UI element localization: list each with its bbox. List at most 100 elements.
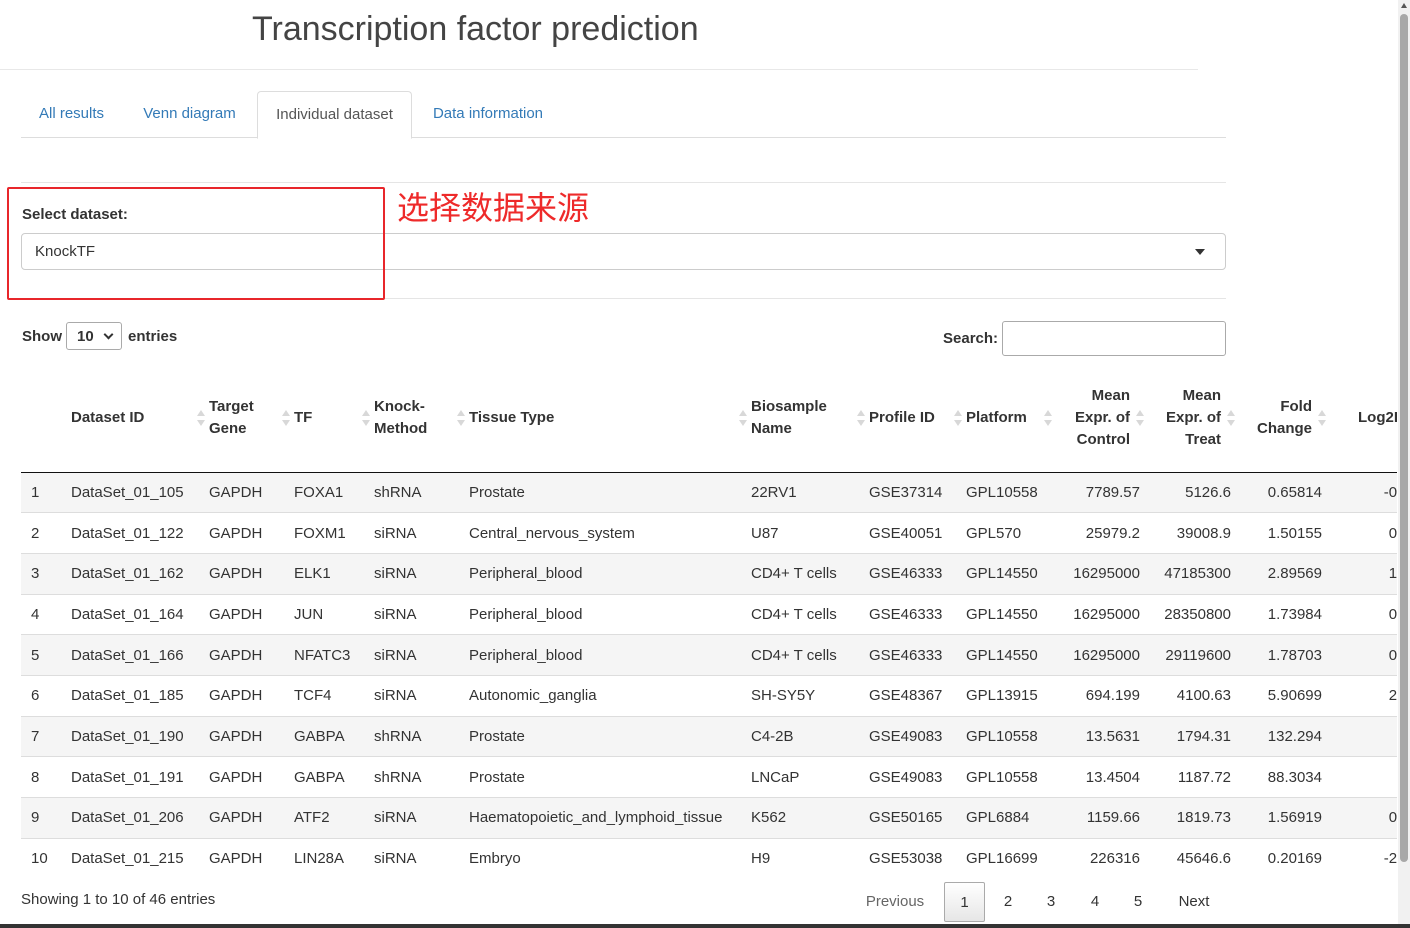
cell-log2fc: 0.79 [1330,593,1397,635]
cell-dataset-id: DataSet_01_206 [71,797,209,839]
column-header-mean-expr-control[interactable]: Mean Expr. of Control [1056,365,1148,473]
cell-knock-method: shRNA [374,472,469,513]
cell-dataset-id: DataSet_01_164 [71,593,209,635]
cell-mean-expr-control: 16295000 [1056,593,1148,635]
cell-tissue-type: Prostate [469,472,751,513]
cell-index: 5 [21,634,71,676]
column-header-log2fc[interactable]: Log2FC [1330,365,1397,473]
cell-fold-change: 5.90699 [1239,674,1330,717]
cell-tissue-type: Peripheral_blood [469,593,751,635]
column-header-profile-id[interactable]: Profile ID [869,365,966,473]
scroll-up-arrow-icon[interactable] [1401,3,1407,8]
column-header-fold-change[interactable]: Fold Change [1239,365,1330,473]
tab-all-results[interactable]: All results [21,91,122,138]
cell-mean-expr-treat: 1187.72 [1148,756,1239,798]
pagination-page-4[interactable]: 4 [1076,882,1114,922]
cell-tf: JUN [294,593,374,635]
table-row[interactable]: 6 DataSet_01_185 GAPDH TCF4 siRNA Autonomic_g… [21,674,1397,717]
cell-tf: LIN28A [294,837,374,879]
cell-biosample-name: CD4+ T cells [751,552,869,595]
table-row[interactable]: 3 DataSet_01_162 GAPDH ELK1 siRNA Peripheral_… [21,552,1397,595]
column-header-biosample-name[interactable]: Biosample Name [751,365,869,473]
pagination-next[interactable]: Next [1162,882,1226,922]
column-header-knock-method[interactable]: Knock-Method [374,365,469,473]
table-row[interactable]: 9 DataSet_01_206 GAPDH ATF2 siRNA Haematopoie… [21,797,1397,839]
annotation-highlight-box [7,187,385,300]
cell-mean-expr-control: 13.4504 [1056,756,1148,798]
cell-index: 1 [21,472,71,513]
cell-mean-expr-treat: 28350800 [1148,593,1239,635]
column-header-tf[interactable]: TF [294,365,374,473]
table-row[interactable]: 5 DataSet_01_166 GAPDH NFATC3 siRNA Periphera… [21,634,1397,676]
cell-index: 2 [21,512,71,554]
cell-platform: GPL6884 [966,797,1056,839]
pagination-previous[interactable]: Previous [850,882,940,922]
entries-length-value: 10 [77,328,94,345]
cell-tf: FOXA1 [294,472,374,513]
column-header-platform[interactable]: Platform [966,365,1056,473]
sort-icon [1136,410,1144,427]
sort-icon [739,410,747,427]
tab-data-information[interactable]: Data information [412,91,564,138]
cell-tf: NFATC3 [294,634,374,676]
cell-log2fc: 0.58 [1330,512,1397,554]
cell-index: 8 [21,756,71,798]
pagination-page-2[interactable]: 2 [989,882,1027,922]
cell-platform: GPL570 [966,512,1056,554]
cell-log2fc: 7.0 [1330,715,1397,757]
table-row[interactable]: 4 DataSet_01_164 GAPDH JUN siRNA Peripheral_b… [21,593,1397,635]
column-header-dataset-id[interactable]: Dataset ID [71,365,209,473]
table-row[interactable]: 10 DataSet_01_215 GAPDH LIN28A siRNA Embryo H9… [21,837,1397,879]
cell-tissue-type: Peripheral_blood [469,634,751,676]
table-row[interactable]: 2 DataSet_01_122 GAPDH FOXM1 siRNA Central_ne… [21,512,1397,554]
cell-log2fc: 2.56 [1330,674,1397,717]
show-label: Show [22,327,62,345]
cell-dataset-id: DataSet_01_185 [71,674,209,717]
sort-icon [457,410,465,427]
tab-individual-dataset[interactable]: Individual dataset [257,91,412,139]
cell-fold-change: 2.89569 [1239,552,1330,595]
pagination-page-1[interactable]: 1 [944,882,985,922]
column-header-mean-expr-treat[interactable]: Mean Expr. of Treat [1148,365,1239,473]
cell-tissue-type: Haematopoietic_and_lymphoid_tissue [469,797,751,839]
cell-biosample-name: CD4+ T cells [751,634,869,676]
cell-tf: ATF2 [294,797,374,839]
cell-tissue-type: Embryo [469,837,751,879]
cell-target-gene: GAPDH [209,552,294,595]
tab-venn-diagram[interactable]: Venn diagram [122,91,257,138]
title-divider [0,69,1198,70]
cell-biosample-name: CD4+ T cells [751,593,869,635]
panel-divider-top [21,182,1226,183]
cell-target-gene: GAPDH [209,472,294,513]
sort-icon [954,410,962,427]
cell-profile-id: GSE37314 [869,472,966,513]
cell-platform: GPL16699 [966,837,1056,879]
cell-knock-method: siRNA [374,634,469,676]
table-row[interactable]: 1 DataSet_01_105 GAPDH FOXA1 shRNA Prostate 22… [21,472,1397,513]
annotation-text: 选择数据来源 [397,189,590,227]
cell-fold-change: 132.294 [1239,715,1330,757]
cell-mean-expr-control: 1159.66 [1056,797,1148,839]
scrollbar-thumb[interactable] [1400,14,1408,862]
cell-profile-id: GSE50165 [869,797,966,839]
cell-tissue-type: Prostate [469,715,751,757]
column-header-target-gene[interactable]: Target Gene [209,365,294,473]
vertical-scrollbar[interactable] [1398,0,1410,924]
entries-length-select[interactable]: 10 [66,322,122,350]
cell-biosample-name: K562 [751,797,869,839]
table-row[interactable]: 7 DataSet_01_190 GAPDH GABPA shRNA Prostate C4… [21,715,1397,757]
column-header-tissue-type[interactable]: Tissue Type [469,365,751,473]
sort-icon [362,410,370,427]
cell-platform: GPL10558 [966,715,1056,757]
cell-fold-change: 1.56919 [1239,797,1330,839]
pagination-page-3[interactable]: 3 [1032,882,1070,922]
cell-index: 6 [21,674,71,717]
pagination-page-5[interactable]: 5 [1119,882,1157,922]
table-row[interactable]: 8 DataSet_01_191 GAPDH GABPA shRNA Prostate LN… [21,756,1397,798]
cell-platform: GPL13915 [966,674,1056,717]
cell-mean-expr-treat: 29119600 [1148,634,1239,676]
search-input[interactable] [1002,321,1226,356]
cell-mean-expr-control: 7789.57 [1056,472,1148,513]
cell-dataset-id: DataSet_01_191 [71,756,209,798]
sort-icon [197,410,205,427]
